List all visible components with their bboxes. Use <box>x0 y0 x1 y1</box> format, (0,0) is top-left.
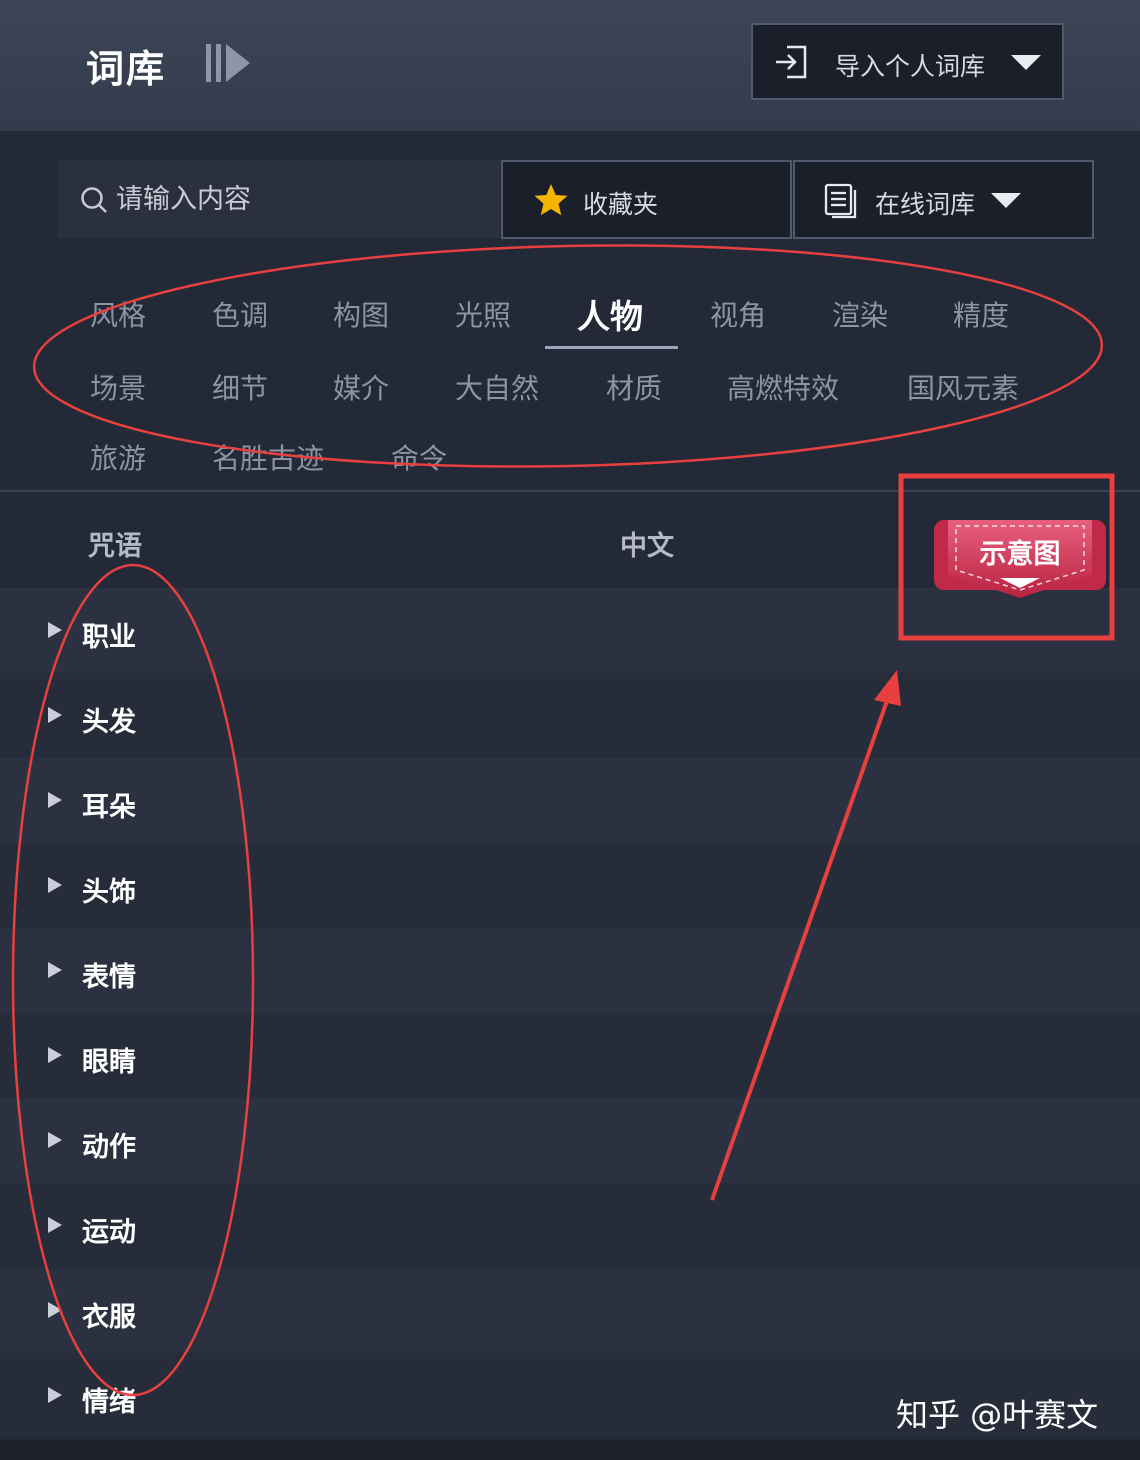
triangle-right-icon[interactable] <box>48 707 62 723</box>
list-item[interactable]: 头发 <box>0 673 1140 758</box>
triangle-right-icon[interactable] <box>48 1132 62 1148</box>
import-icon <box>776 45 807 79</box>
tab-render[interactable]: 渲染 <box>832 294 888 334</box>
collapse-panel-icon[interactable] <box>204 42 252 84</box>
chevron-down-icon <box>1011 55 1041 70</box>
tab-composition[interactable]: 构图 <box>333 294 389 334</box>
list-item-label: 耳朵 <box>82 792 136 823</box>
tab-medium[interactable]: 媒介 <box>333 367 389 407</box>
tab-scene[interactable]: 场景 <box>90 367 146 407</box>
triangle-right-icon[interactable] <box>48 792 62 808</box>
list-item-label: 头饰 <box>82 877 136 908</box>
tab-material[interactable]: 材质 <box>606 367 662 407</box>
tab-landmarks[interactable]: 名胜古迹 <box>212 437 324 477</box>
triangle-right-icon[interactable] <box>48 1302 62 1318</box>
tab-detail[interactable]: 细节 <box>212 367 268 407</box>
chevron-down-icon <box>991 193 1021 208</box>
watermark: 知乎 @叶赛文 <box>896 1396 1099 1434</box>
tab-style[interactable]: 风格 <box>90 294 146 334</box>
list-item[interactable]: 动作 <box>0 1098 1140 1183</box>
online-library-label: 在线词库 <box>875 190 976 219</box>
tab-command[interactable]: 命令 <box>391 437 447 477</box>
triangle-right-icon[interactable] <box>48 1047 62 1063</box>
panel-header: 词库 导入个人词库 <box>0 0 1140 131</box>
active-tab-indicator <box>545 346 678 349</box>
column-header-spell: 咒语 <box>88 531 142 562</box>
triangle-right-icon[interactable] <box>48 962 62 978</box>
list-item[interactable]: 衣服 <box>0 1268 1140 1353</box>
list-item[interactable]: 头饰 <box>0 843 1140 928</box>
import-personal-library-button[interactable]: 导入个人词库 <box>751 23 1064 100</box>
list-item[interactable]: 眼睛 <box>0 1013 1140 1098</box>
ribbon-label: 示意图 <box>979 539 1061 570</box>
list-item[interactable]: 耳朵 <box>0 758 1140 843</box>
search-box[interactable] <box>58 160 500 238</box>
illustration-ribbon-badge: 示意图 <box>934 516 1106 600</box>
column-header-chinese: 中文 <box>620 531 674 562</box>
divider <box>0 490 1140 492</box>
list-item[interactable]: 运动 <box>0 1183 1140 1268</box>
triangle-right-icon[interactable] <box>48 877 62 893</box>
list-item-label: 衣服 <box>82 1302 136 1333</box>
tab-character[interactable]: 人物 <box>577 290 643 338</box>
search-input[interactable] <box>116 160 486 238</box>
word-library-panel: 词库 导入个人词库 收藏夹 <box>0 0 1140 1440</box>
page-title: 词库 <box>86 47 167 91</box>
list-item-label: 运动 <box>82 1217 136 1248</box>
list-item[interactable]: 职业 <box>0 588 1140 673</box>
tab-precision[interactable]: 精度 <box>953 294 1009 334</box>
list-item-label: 情绪 <box>82 1387 136 1418</box>
list-item-label: 表情 <box>82 962 136 993</box>
tab-chinese-style[interactable]: 国风元素 <box>907 367 1019 407</box>
triangle-right-icon[interactable] <box>48 622 62 638</box>
search-icon <box>81 187 107 213</box>
tab-tone[interactable]: 色调 <box>212 294 268 334</box>
star-icon <box>534 184 568 216</box>
tab-nature[interactable]: 大自然 <box>455 367 539 407</box>
favorites-label: 收藏夹 <box>583 190 659 219</box>
triangle-right-icon[interactable] <box>48 1387 62 1403</box>
import-button-label: 导入个人词库 <box>835 52 986 81</box>
list-item-label: 动作 <box>82 1132 136 1163</box>
tab-view-angle[interactable]: 视角 <box>710 294 766 334</box>
list-item-label: 头发 <box>82 707 136 738</box>
triangle-right-icon[interactable] <box>48 1217 62 1233</box>
list-item[interactable]: 表情 <box>0 928 1140 1013</box>
list-item-label: 职业 <box>82 622 136 653</box>
tab-effects[interactable]: 高燃特效 <box>727 367 839 407</box>
favorites-button[interactable]: 收藏夹 <box>501 160 792 239</box>
tab-travel[interactable]: 旅游 <box>90 437 146 477</box>
list-item-label: 眼睛 <box>82 1047 136 1078</box>
online-library-button[interactable]: 在线词库 <box>793 160 1094 239</box>
document-icon <box>824 183 857 219</box>
tab-lighting[interactable]: 光照 <box>455 294 511 334</box>
